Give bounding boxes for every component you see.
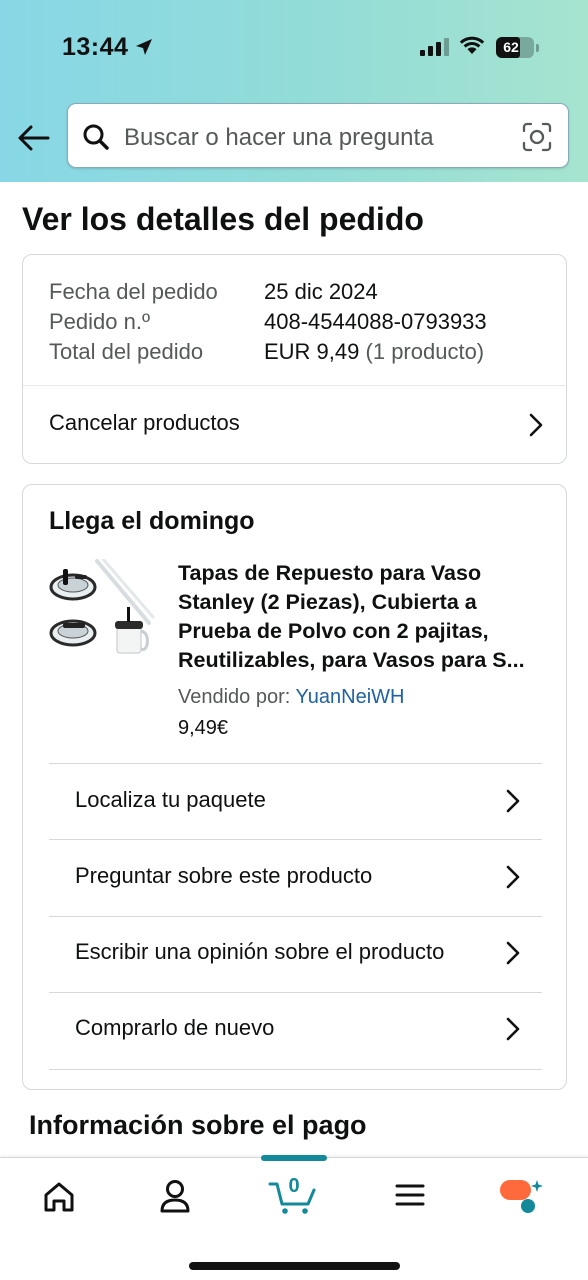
order-total-label: Total del pedido: [49, 339, 204, 364]
chevron-right-icon: [529, 413, 543, 437]
write-review-row[interactable]: Escribir una opinión sobre el producto: [49, 917, 542, 993]
seller-label: Vendido por:: [178, 686, 291, 708]
seller-info: Vendido por: YuanNeiWH: [178, 686, 404, 709]
menu-icon[interactable]: [380, 1176, 440, 1216]
camera-scan-icon[interactable]: [522, 122, 552, 152]
bottom-tab-bar: 0: [0, 1155, 588, 1280]
product-image[interactable]: [49, 559, 155, 655]
track-package-row[interactable]: Localiza tu paquete: [49, 764, 542, 840]
write-review-label: Escribir una opinión sobre el producto: [75, 939, 445, 964]
order-date-label: Fecha del pedido: [49, 279, 218, 304]
cart-tab[interactable]: 0: [264, 1175, 324, 1216]
search-icon: [83, 124, 109, 150]
product-title-line: Stanley (2 Piezas), Cubierta a: [178, 590, 477, 614]
home-indicator: [189, 1262, 400, 1270]
battery-icon: 62: [496, 37, 539, 58]
header: 13:44 62 Buscar o hacer una pregunta: [0, 0, 588, 182]
account-icon[interactable]: [145, 1176, 205, 1216]
chevron-right-icon: [506, 865, 520, 889]
cart-count: 0: [288, 1175, 300, 1197]
product-title-line: Prueba de Polvo con 2 pajitas,: [178, 619, 489, 643]
search-placeholder: Buscar o hacer una pregunta: [124, 124, 434, 151]
buy-again-row[interactable]: Comprarlo de nuevo: [49, 993, 542, 1069]
chevron-right-icon: [506, 789, 520, 813]
order-number-value: 408-4544088-0793933: [264, 309, 487, 334]
order-total-value: EUR 9,49 (1 producto): [264, 339, 484, 365]
delivery-status: Llega el domingo: [49, 507, 255, 535]
seller-link[interactable]: YuanNeiWH: [296, 686, 405, 708]
product-price: 9,49€: [178, 717, 229, 739]
battery-percent: 62: [503, 39, 519, 55]
cellular-signal-icon: [420, 38, 449, 56]
order-summary-card: Fecha del pedido 25 dic 2024 Pedido n.º …: [22, 254, 567, 464]
payment-section-title: Información sobre el pago: [29, 1110, 367, 1140]
ask-question-label: Preguntar sobre este producto: [75, 863, 373, 888]
product-title-line: Reutilizables, para Vasos para S...: [178, 648, 525, 672]
order-date-value: 25 dic 2024: [264, 279, 378, 304]
wifi-icon: [459, 36, 485, 54]
order-total-amount: EUR 9,49: [264, 339, 360, 364]
shipment-card: Llega el domingo Tapas de Repuesto para …: [22, 484, 567, 1090]
status-time: 13:44: [62, 33, 129, 61]
ask-question-row[interactable]: Preguntar sobre este producto: [49, 840, 542, 916]
product-title[interactable]: Tapas de Repuesto para Vaso Stanley (2 P…: [178, 559, 538, 675]
buy-again-label: Comprarlo de nuevo: [75, 1015, 275, 1040]
home-icon[interactable]: [29, 1176, 89, 1216]
chevron-right-icon: [506, 941, 520, 965]
order-total-count: (1 producto): [365, 339, 485, 364]
chevron-right-icon: [506, 1017, 520, 1041]
back-arrow-icon[interactable]: [16, 121, 52, 155]
search-bar[interactable]: Buscar o hacer una pregunta: [67, 103, 569, 168]
cancel-products-label: Cancelar productos: [49, 410, 240, 435]
page-title: Ver los detalles del pedido: [22, 201, 424, 237]
track-package-label: Localiza tu paquete: [75, 787, 266, 812]
order-number-label: Pedido n.º: [49, 309, 150, 334]
active-tab-indicator: [261, 1155, 327, 1161]
rufus-icon[interactable]: [497, 1176, 557, 1216]
location-arrow-icon: [136, 39, 152, 55]
product-title-line: Tapas de Repuesto para Vaso: [178, 561, 482, 585]
divider: [49, 1069, 542, 1070]
cancel-products-row[interactable]: Cancelar productos: [23, 386, 566, 464]
